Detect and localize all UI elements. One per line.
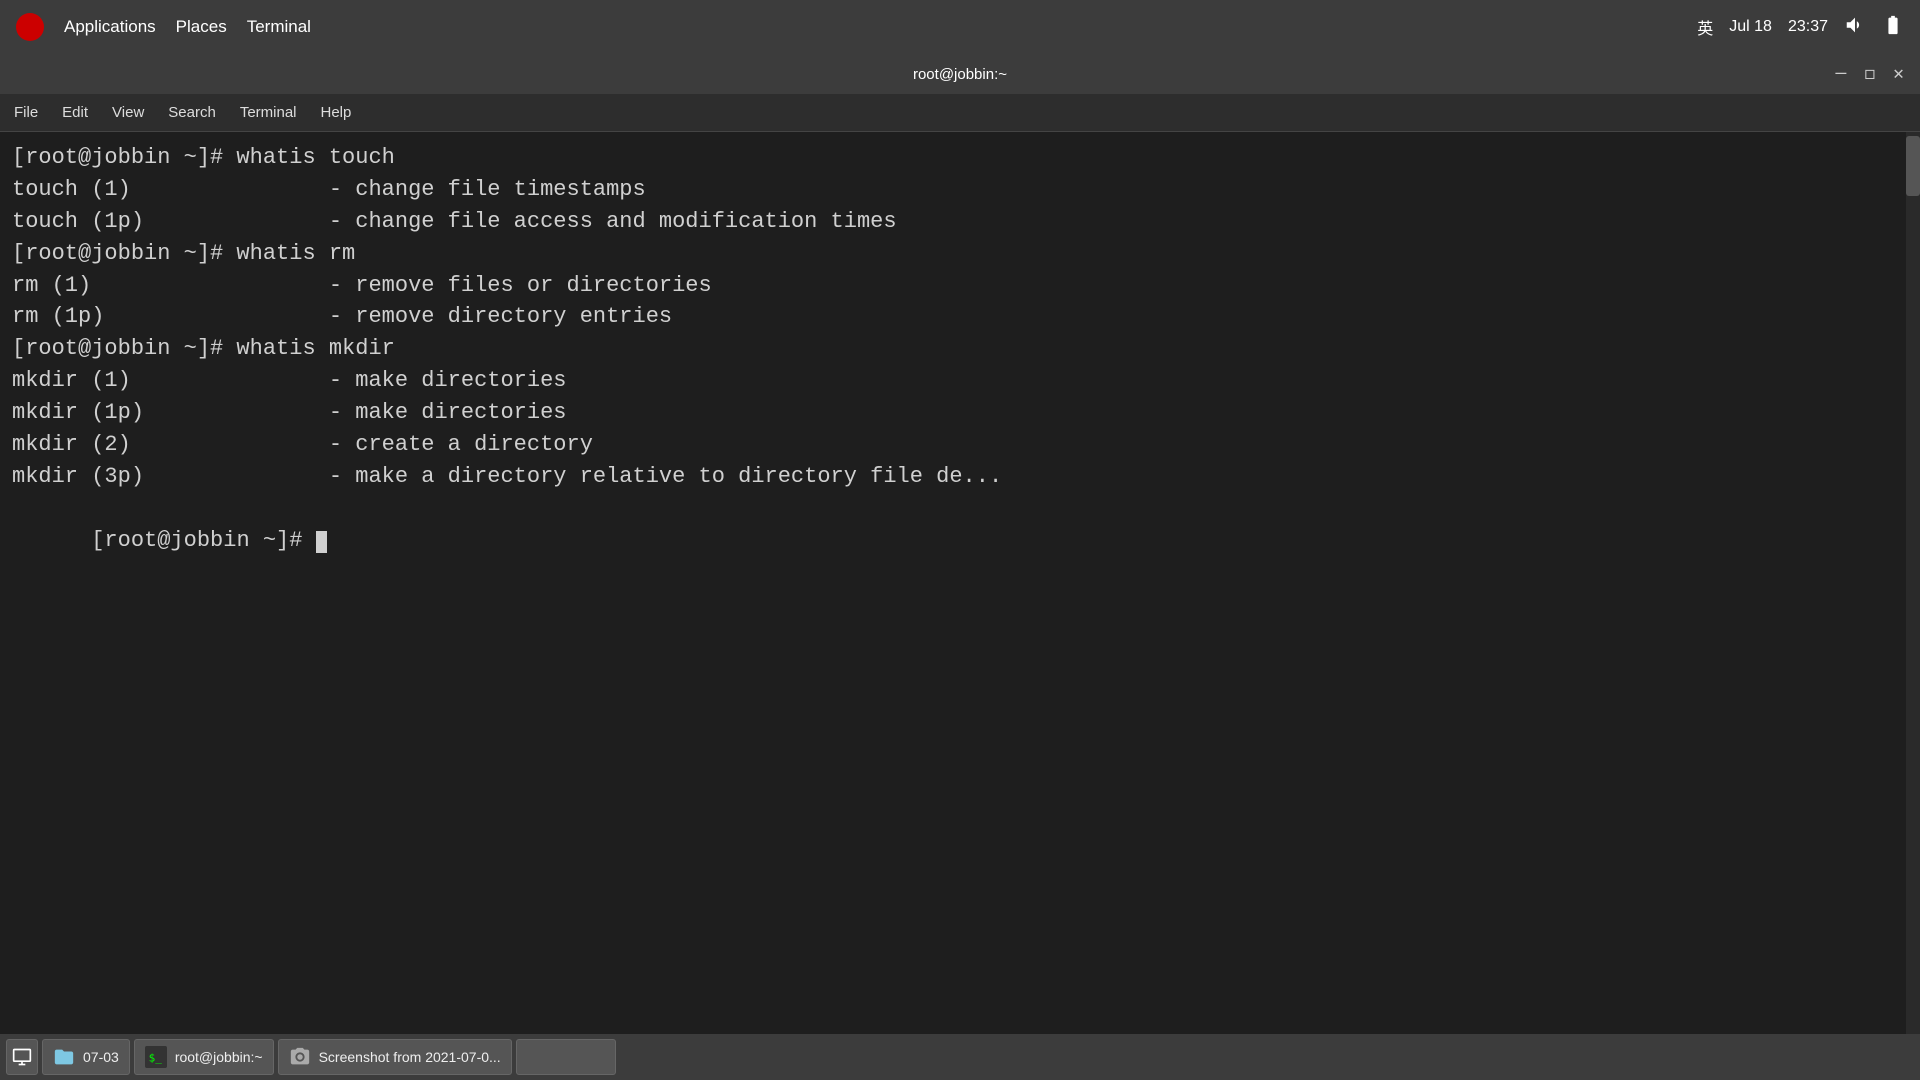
- minimize-button[interactable]: —: [1832, 64, 1851, 84]
- terminal-menu[interactable]: Terminal: [247, 17, 311, 37]
- edit-menu[interactable]: Edit: [62, 104, 88, 121]
- terminal-body[interactable]: [root@jobbin ~]# whatis touch touch (1) …: [0, 132, 1920, 1034]
- system-bar: Applications Places Terminal 英 Jul 18 23…: [0, 0, 1920, 54]
- search-menu[interactable]: Search: [168, 104, 216, 121]
- terminal-line-6: rm (1p) - remove directory entries: [12, 301, 1908, 333]
- time-display: 23:37: [1788, 18, 1828, 36]
- show-desktop-button[interactable]: [6, 1039, 38, 1075]
- terminal-line-3: touch (1p) - change file access and modi…: [12, 206, 1908, 238]
- terminal-prompt-line: [root@jobbin ~]#: [12, 493, 1908, 589]
- terminal-menu-item[interactable]: Terminal: [240, 104, 297, 121]
- window-controls: — ◻ ✕: [1832, 63, 1909, 85]
- taskbar-item-filemanager-label: 07-03: [83, 1049, 119, 1065]
- maximize-button[interactable]: ◻: [1860, 63, 1879, 85]
- terminal-cursor: [316, 531, 327, 553]
- menu-bar: File Edit View Search Terminal Help: [0, 94, 1920, 132]
- date-display: Jul 18: [1729, 18, 1772, 36]
- system-tray: 英 Jul 18 23:37: [1697, 14, 1904, 41]
- svg-text:$_: $_: [148, 1052, 162, 1065]
- help-menu[interactable]: Help: [321, 104, 352, 121]
- applications-menu[interactable]: Applications: [64, 17, 156, 37]
- battery-icon[interactable]: [1882, 14, 1904, 41]
- file-menu[interactable]: File: [14, 104, 38, 121]
- view-menu[interactable]: View: [112, 104, 144, 121]
- taskbar-item-screenshot[interactable]: Screenshot from 2021-07-0...: [278, 1039, 512, 1075]
- taskbar: 07-03 $_ root@jobbin:~ Screenshot from 2…: [0, 1034, 1920, 1080]
- volume-icon[interactable]: [1844, 14, 1866, 41]
- title-bar: root@jobbin:~ — ◻ ✕: [0, 54, 1920, 94]
- terminal-window: root@jobbin:~ — ◻ ✕ File Edit View Searc…: [0, 54, 1920, 1034]
- close-button[interactable]: ✕: [1889, 63, 1908, 85]
- terminal-line-10: mkdir (2) - create a directory: [12, 429, 1908, 461]
- scrollbar-thumb[interactable]: [1906, 136, 1920, 196]
- terminal-line-1: [root@jobbin ~]# whatis touch: [12, 142, 1908, 174]
- terminal-line-2: touch (1) - change file timestamps: [12, 174, 1908, 206]
- scrollbar-track[interactable]: [1906, 132, 1920, 1034]
- language-indicator[interactable]: 英: [1697, 15, 1713, 39]
- taskbar-item-terminal-label: root@jobbin:~: [175, 1049, 263, 1065]
- taskbar-item-filemanager[interactable]: 07-03: [42, 1039, 130, 1075]
- places-menu[interactable]: Places: [176, 17, 227, 37]
- terminal-line-5: rm (1) - remove files or directories: [12, 270, 1908, 302]
- terminal-line-9: mkdir (1p) - make directories: [12, 397, 1908, 429]
- taskbar-empty-slot-1: [516, 1039, 616, 1075]
- terminal-line-11: mkdir (3p) - make a directory relative t…: [12, 461, 1908, 493]
- terminal-line-7: [root@jobbin ~]# whatis mkdir: [12, 333, 1908, 365]
- taskbar-item-screenshot-label: Screenshot from 2021-07-0...: [319, 1049, 501, 1065]
- terminal-line-8: mkdir (1) - make directories: [12, 365, 1908, 397]
- terminal-line-4: [root@jobbin ~]# whatis rm: [12, 238, 1908, 270]
- window-title: root@jobbin:~: [913, 66, 1007, 83]
- taskbar-item-terminal[interactable]: $_ root@jobbin:~: [134, 1039, 274, 1075]
- redhat-icon[interactable]: [16, 13, 44, 41]
